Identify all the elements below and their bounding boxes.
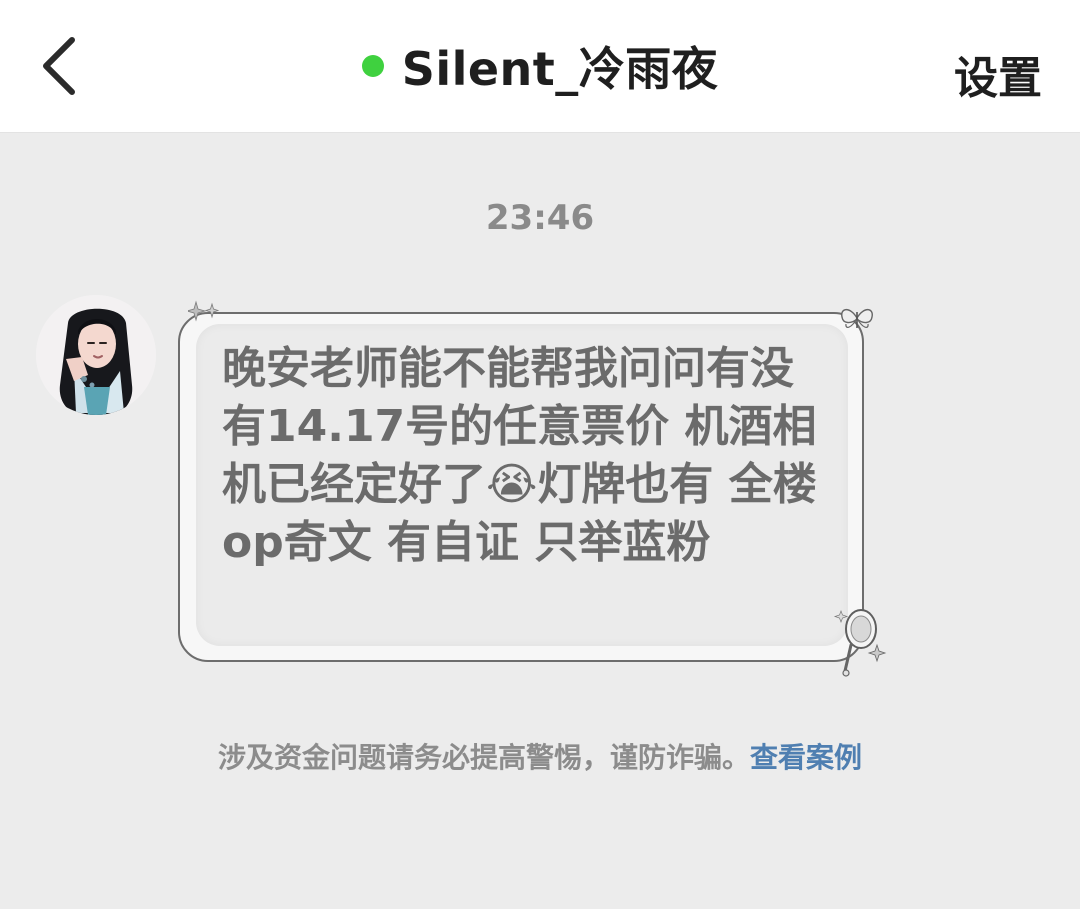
sparkle-icon (188, 300, 220, 322)
message-text: 晚安老师能不能帮我问问有没有14.17号的任意票价 机酒相机已经定好了😭灯牌也有… (222, 343, 817, 568)
top-bar: Silent_冷雨夜 设置 (0, 0, 1080, 133)
fraud-warning-text: 涉及资金问题请务必提高警惕，谨防诈骗。 (217, 741, 750, 774)
chat-title-area: Silent_冷雨夜 (0, 36, 1080, 96)
avatar[interactable] (36, 295, 156, 415)
online-status-dot (361, 55, 384, 77)
message-timestamp: 23:46 (485, 198, 595, 238)
fraud-warning: 涉及资金问题请务必提高警惕，谨防诈骗。查看案例 (0, 736, 1080, 776)
butterfly-icon (841, 308, 873, 328)
view-cases-link[interactable]: 查看案例 (750, 741, 862, 774)
chat-title: Silent_冷雨夜 (401, 42, 719, 96)
mirror-icon (833, 609, 887, 677)
avatar-image (36, 295, 156, 415)
settings-button[interactable]: 设置 (954, 42, 1042, 106)
